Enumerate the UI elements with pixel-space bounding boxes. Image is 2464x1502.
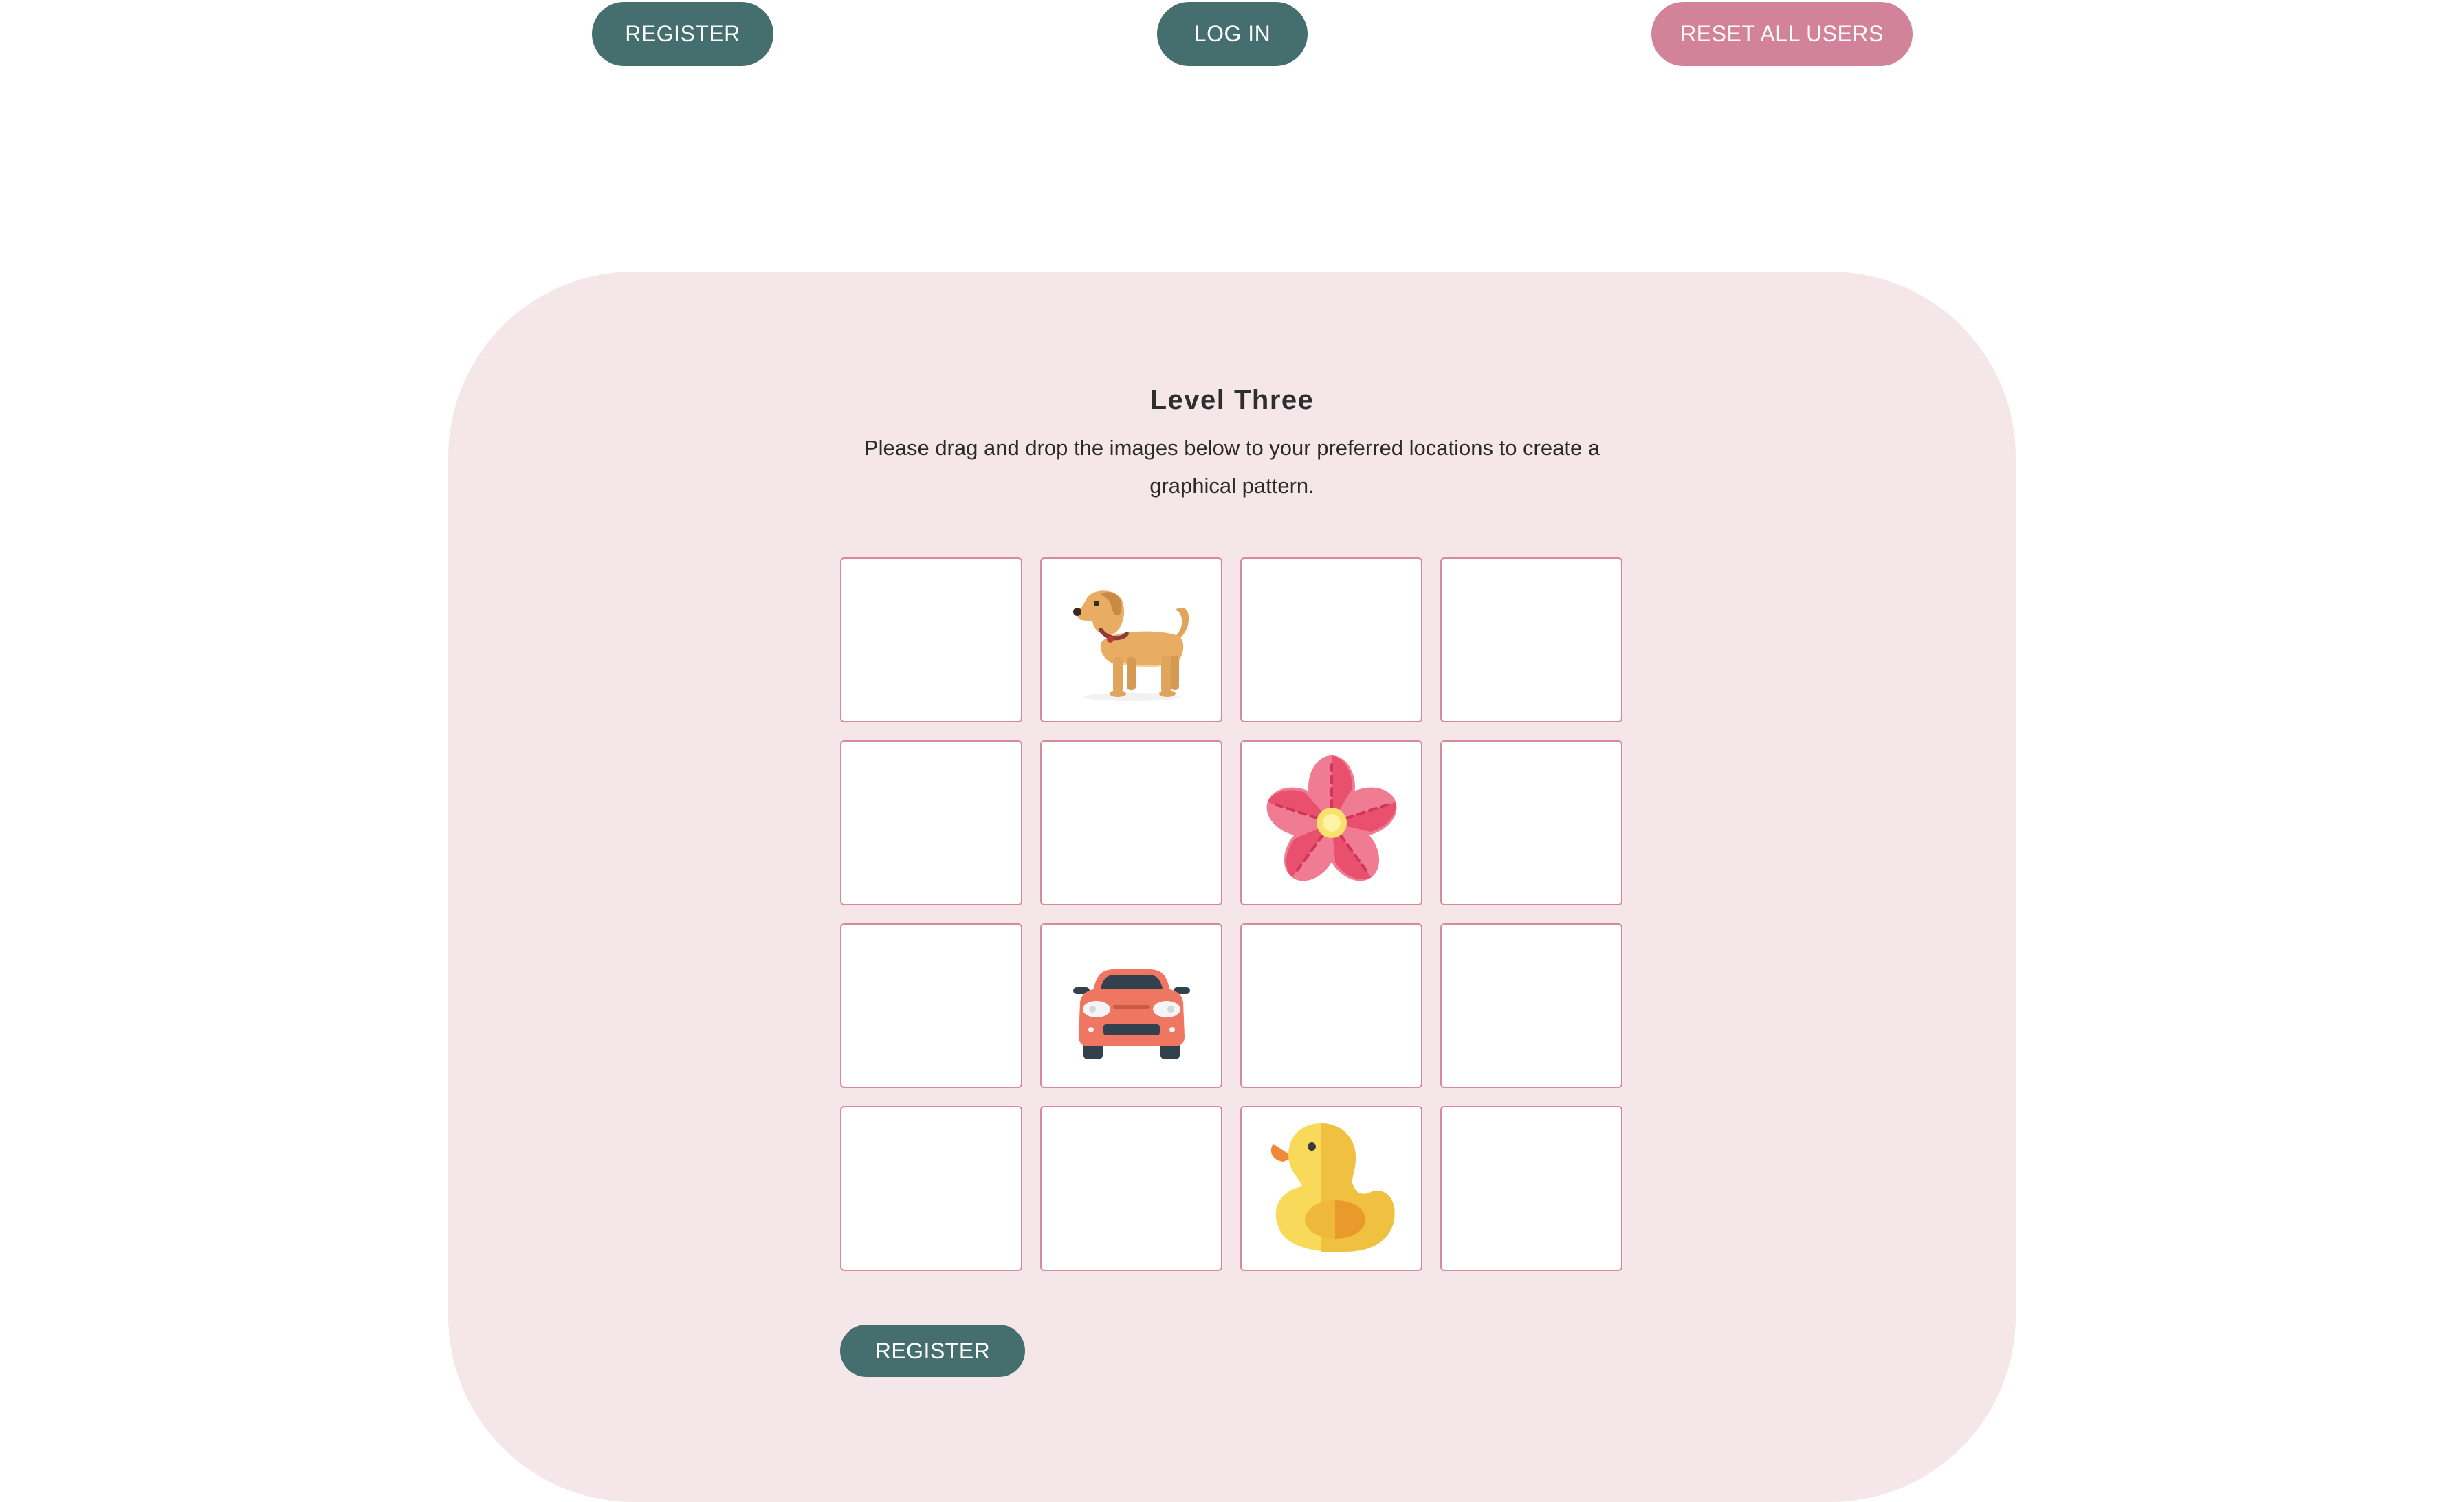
grid-cell[interactable] — [840, 557, 1022, 722]
duck-icon[interactable] — [1253, 1116, 1411, 1261]
grid-cell[interactable] — [1040, 557, 1222, 722]
pattern-grid — [840, 557, 1622, 1271]
grid-cell[interactable] — [1440, 557, 1622, 722]
grid-cell[interactable] — [1440, 740, 1622, 905]
grid-cell[interactable] — [1240, 557, 1422, 722]
grid-cell[interactable] — [1240, 1106, 1422, 1271]
grid-cell[interactable] — [840, 740, 1022, 905]
register-button[interactable]: REGISTER — [592, 2, 773, 66]
grid-cell[interactable] — [1440, 1106, 1622, 1271]
reset-all-users-button[interactable]: RESET ALL USERS — [1651, 2, 1913, 66]
register-submit-button[interactable]: REGISTER — [840, 1325, 1025, 1377]
dog-icon[interactable] — [1053, 568, 1211, 712]
grid-cell[interactable] — [1440, 923, 1622, 1088]
grid-cell[interactable] — [840, 1106, 1022, 1271]
grid-cell[interactable] — [840, 923, 1022, 1088]
grid-cell[interactable] — [1040, 740, 1222, 905]
flower-icon[interactable] — [1253, 751, 1411, 895]
grid-cell[interactable] — [1240, 923, 1422, 1088]
grid-cell[interactable] — [1040, 1106, 1222, 1271]
car-icon[interactable] — [1053, 934, 1211, 1078]
level-title: Level Three — [1150, 385, 1314, 415]
login-button[interactable]: LOG IN — [1157, 2, 1308, 66]
grid-cell[interactable] — [1040, 923, 1222, 1088]
level-instructions: Please drag and drop the images below to… — [864, 436, 1600, 498]
grid-cell[interactable] — [1240, 740, 1422, 905]
